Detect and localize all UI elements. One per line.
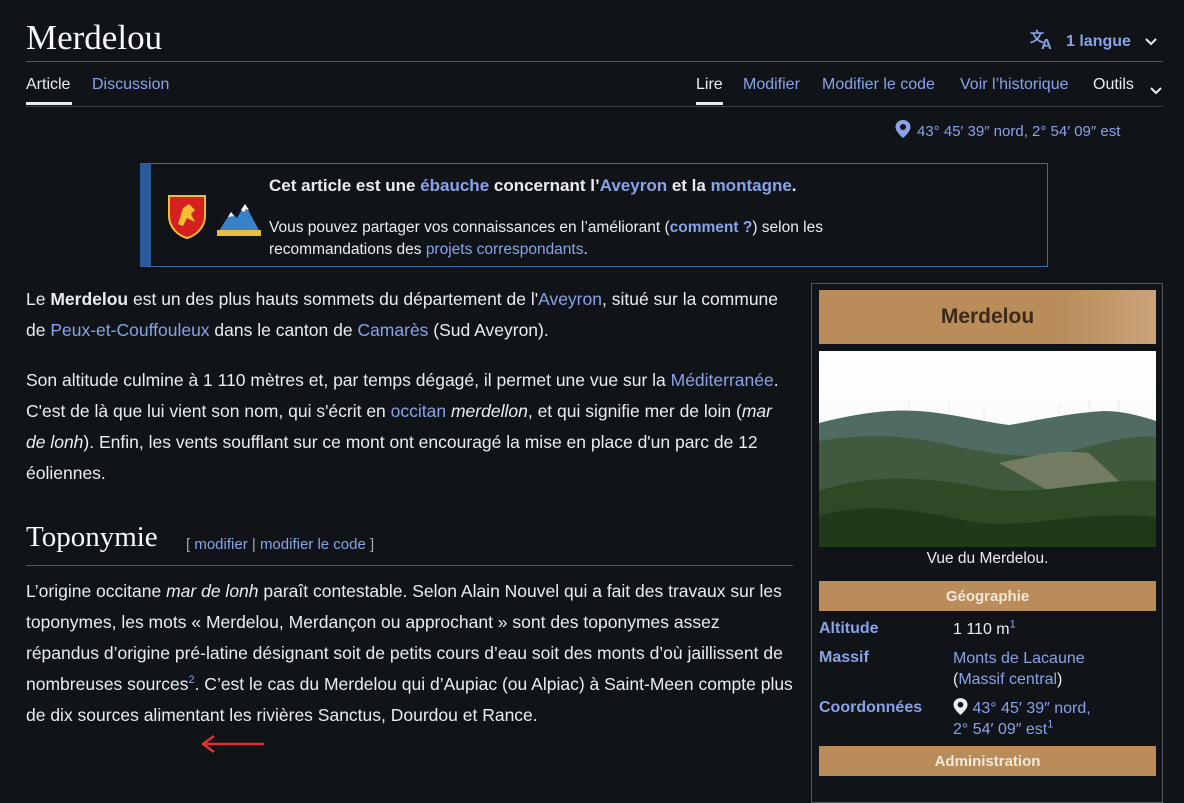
massif-label[interactable]: Massif xyxy=(819,649,869,667)
stub-title: Cet article est une ébauche concernant l… xyxy=(269,176,797,195)
section-edit-source-link[interactable]: modifier le code xyxy=(260,536,366,553)
map-pin-icon xyxy=(953,698,968,717)
tab-edit-source[interactable]: Modifier le code xyxy=(822,76,935,94)
link-monts-de-lacaune[interactable]: Monts de Lacaune xyxy=(953,650,1085,667)
svg-text:A: A xyxy=(1041,36,1052,50)
infobox-title: Merdelou xyxy=(819,290,1156,344)
mountain-photo[interactable] xyxy=(819,351,1156,547)
aveyron-coat-of-arms-icon xyxy=(167,194,207,245)
tab-bar-divider xyxy=(26,106,1163,107)
mountain-icon xyxy=(217,200,261,241)
section-heading-toponymie: Toponymie xyxy=(26,521,158,553)
chevron-down-icon[interactable] xyxy=(1150,82,1162,100)
stub-link-ebauche[interactable]: ébauche xyxy=(420,176,489,195)
stub-link-comment[interactable]: comment ? xyxy=(670,219,753,236)
coordinates-text[interactable]: 43° 45′ 39″ nord, 2° 54′ 09″ est xyxy=(917,123,1120,140)
coordinates-label[interactable]: Coordonnées xyxy=(819,699,922,717)
section-edit-link[interactable]: modifier xyxy=(194,536,247,553)
massif-value: Monts de Lacaune (Massif central) xyxy=(953,650,1085,688)
tab-discussion[interactable]: Discussion xyxy=(92,76,169,94)
coordinates-link[interactable]: 43° 45′ 39″ nord, 2° 54′ 09″ est xyxy=(895,120,1120,142)
language-label: 1 langue xyxy=(1066,32,1131,50)
translate-icon: 文A xyxy=(1030,28,1056,55)
red-arrow-annotation xyxy=(200,733,266,760)
tab-read-underline xyxy=(696,102,723,105)
link-massif-central[interactable]: Massif central xyxy=(958,671,1057,688)
reference-1-coord[interactable]: 1 xyxy=(1047,719,1053,731)
section-edit-links: [ modifier | modifier le code ] xyxy=(186,536,375,553)
link-occitan[interactable]: occitan xyxy=(391,401,446,421)
reference-1[interactable]: 1 xyxy=(1010,619,1016,631)
infobox-section-administration: Administration xyxy=(819,746,1156,776)
paragraph-intro: Le Merdelou est un des plus hauts sommet… xyxy=(26,289,779,340)
link-peux-et-couffouleux[interactable]: Peux-et-Couffouleux xyxy=(50,320,209,340)
stub-link-projets[interactable]: projets correspondants xyxy=(426,241,584,258)
title-divider xyxy=(26,61,1163,62)
photo-caption: Vue du Merdelou. xyxy=(926,550,1049,567)
map-pin-icon xyxy=(895,120,911,142)
paragraph-toponymie: L’origine occitane mar de lonh paraît co… xyxy=(26,581,793,725)
link-aveyron[interactable]: Aveyron xyxy=(538,289,602,309)
infobox-section-geography: Géographie xyxy=(819,581,1156,611)
coordinates-value: 43° 45′ 39″ nord, 2° 54′ 09″ est1 xyxy=(953,698,1153,740)
language-selector[interactable]: 文A 1 langue xyxy=(1030,28,1157,55)
tab-read[interactable]: Lire xyxy=(696,76,723,94)
stub-link-montagne[interactable]: montagne xyxy=(711,176,792,195)
section-divider xyxy=(26,565,793,566)
chevron-down-icon xyxy=(1145,33,1157,51)
stub-notice: Cet article est une ébauche concernant l… xyxy=(140,163,1048,267)
link-mediterranee[interactable]: Méditerranée xyxy=(671,370,774,390)
link-camares[interactable]: Camarès xyxy=(357,320,428,340)
tab-history[interactable]: Voir l’historique xyxy=(960,76,1069,94)
stub-body: Vous pouvez partager vos connaissances e… xyxy=(269,219,823,258)
tab-article-underline xyxy=(26,102,72,105)
paragraph-altitude: Son altitude culmine à 1 110 mètres et, … xyxy=(26,370,779,483)
altitude-label[interactable]: Altitude xyxy=(819,620,879,638)
stub-link-aveyron[interactable]: Aveyron xyxy=(600,176,667,195)
page-title: Merdelou xyxy=(26,18,163,57)
infobox-coordinates-link[interactable]: 43° 45′ 39″ nord, 2° 54′ 09″ est xyxy=(953,700,1091,738)
altitude-value: 1 110 m1 xyxy=(953,618,1016,638)
tab-tools[interactable]: Outils xyxy=(1093,76,1134,94)
tab-article[interactable]: Article xyxy=(26,76,70,94)
infobox: Merdelou Vue du Merdelou. Géographie Alt… xyxy=(811,283,1163,803)
tab-edit[interactable]: Modifier xyxy=(743,76,800,94)
